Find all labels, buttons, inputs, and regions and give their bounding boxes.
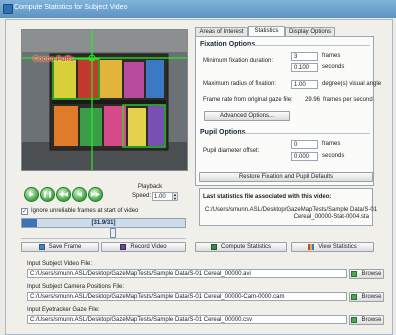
scrubber-thumb[interactable] — [110, 228, 117, 238]
stats-file-label: Last statistics file associated with thi… — [203, 194, 332, 200]
fixation-divider — [246, 45, 370, 46]
min-frames-unit: frames — [322, 53, 341, 59]
min-frames-input[interactable]: 3 — [291, 52, 318, 61]
frame-rate-label: Frame rate from original gaze file: — [203, 97, 293, 103]
speed-label: Speed: — [132, 193, 152, 199]
video-scene — [22, 30, 187, 170]
step-forward-icon: ▶▶ — [90, 192, 101, 198]
view-statistics-label: View Statistics — [318, 244, 357, 250]
min-seconds-unit: seconds — [322, 64, 345, 70]
pupil-seconds-input[interactable]: 0.000 — [291, 152, 318, 161]
cereal-box — [54, 60, 76, 98]
tab-areas-of-interest[interactable]: Areas of Interest — [195, 27, 248, 36]
pupil-seconds-unit: seconds — [322, 153, 345, 159]
camera-file-input[interactable]: C:/Users/smunn.ASL/Desktop/GazeMapTests/… — [27, 292, 347, 301]
play-icon: ▶ — [29, 192, 34, 198]
cereal-box — [80, 108, 102, 146]
pause-icon: ❚❚ — [42, 192, 53, 198]
restore-defaults-button[interactable]: Restore Fixation and Pupil Defaults — [199, 172, 373, 182]
step-back-button[interactable]: ◀ — [72, 187, 87, 202]
record-video-button[interactable]: Record Video — [101, 242, 186, 252]
pupil-options-title: Pupil Options — [200, 129, 246, 136]
record-video-label: Record Video — [130, 244, 167, 250]
speed-input[interactable]: 1.00 — [152, 192, 174, 201]
video-file-input[interactable]: C:/Users/smunn.ASL/Desktop/GazeMapTests/… — [27, 269, 347, 278]
cereal-box — [124, 62, 144, 98]
title-bar: Compute Statistics for Subject Video — [0, 0, 396, 18]
pupil-frames-unit: frames — [322, 141, 341, 147]
ignore-frames-label: Ignore unreliable frames at start of vid… — [31, 208, 139, 214]
video-file-label: Input Subject Video File: — [27, 261, 92, 267]
spin-down-icon[interactable]: ▼ — [173, 196, 177, 201]
frame-rate-value: 29.96 — [305, 97, 321, 103]
playback-label-line1: Playback — [137, 184, 163, 190]
speed-spinner[interactable]: ▲ ▼ — [172, 192, 178, 201]
window-title: Compute Statistics for Subject Video — [14, 4, 128, 11]
step-back-icon: ◀ — [77, 192, 82, 198]
cereal-box — [148, 106, 164, 146]
step-forward-button[interactable]: ▶▶ — [88, 187, 103, 202]
max-radius-label: Maximum radius of fixation: — [203, 81, 277, 87]
advanced-options-button[interactable]: Advanced Options... — [204, 111, 290, 121]
cereal-box — [100, 60, 122, 98]
playback-label: Playback — [132, 183, 168, 191]
rewind-icon: ◀◀ — [58, 192, 69, 198]
browse-video-button[interactable]: Browse — [349, 269, 384, 279]
cereal-box — [54, 106, 78, 146]
cereal-box — [128, 108, 146, 146]
cereal-box — [78, 58, 98, 98]
cereal-box — [146, 60, 164, 98]
advanced-options-label: Advanced Options... — [219, 113, 275, 119]
pupil-offset-label: Pupil diameter offset: — [203, 148, 260, 154]
tab-display-options[interactable]: Display Options — [285, 27, 335, 36]
browse-eyetracker-label: Browse — [361, 317, 382, 323]
save-frame-button[interactable]: Save Frame — [21, 242, 99, 252]
eyetracker-file-input[interactable]: C:/Users/smunn.ASL/Desktop/GazeMapTests/… — [27, 315, 347, 324]
browse-eyetracker-button[interactable]: Browse — [349, 315, 384, 325]
view-statistics-button[interactable]: View Statistics — [291, 242, 374, 252]
folder-icon — [351, 317, 358, 323]
time-readout: [31.9/31] — [91, 220, 116, 226]
film-icon — [120, 244, 127, 250]
app-icon — [3, 4, 13, 14]
min-duration-label: Minimum fixation duration: — [203, 58, 274, 64]
min-seconds-input[interactable]: 0.100 — [291, 63, 318, 72]
eyetracker-file-label: Input Eyetracker Gaze File: — [27, 307, 100, 313]
calculator-icon — [210, 244, 217, 250]
ignore-frames-checkbox[interactable]: ✓ — [21, 208, 28, 215]
browse-camera-button[interactable]: Browse — [349, 292, 384, 302]
stats-file-path-line2: Cereal_00000-Stat-0004.sta — [293, 214, 369, 220]
play-button[interactable]: ▶ — [24, 187, 39, 202]
folder-icon — [351, 294, 358, 300]
restore-defaults-label: Restore Fixation and Pupil Defaults — [238, 174, 334, 180]
bar-chart-icon — [308, 244, 315, 250]
save-frame-label: Save Frame — [48, 244, 82, 250]
compute-statistics-label: Compute Statistics — [220, 244, 272, 250]
camera-file-label: Input Subject Camera Positions File: — [27, 284, 125, 290]
pupil-frames-input[interactable]: 0 — [291, 140, 318, 149]
compute-statistics-button[interactable]: Compute Statistics — [195, 242, 287, 252]
folder-icon — [351, 271, 358, 277]
browse-video-label: Browse — [361, 271, 382, 277]
max-radius-input[interactable]: 1.00 — [291, 80, 318, 89]
floppy-disk-icon — [38, 244, 45, 250]
video-frame[interactable]: Cocoa Puffs — [21, 29, 188, 171]
browse-camera-label: Browse — [361, 294, 382, 300]
frame-rate-unit: frames per second — [323, 97, 373, 103]
rewind-button[interactable]: ◀◀ — [56, 187, 71, 202]
pupil-divider — [243, 133, 370, 134]
checkmark-icon: ✓ — [22, 209, 28, 215]
scrubber-track[interactable] — [21, 230, 186, 239]
max-radius-unit: degree(s) visual angle — [322, 81, 382, 87]
time-progress-bar: [31.9/31] — [21, 218, 186, 228]
stats-file-path-line1: C:/Users/smunn.ASL/Desktop/GazeMapTests/… — [205, 207, 378, 213]
video-overlay-text: Cocoa Puffs — [33, 56, 74, 63]
stop-button[interactable]: ❚❚ — [40, 187, 55, 202]
